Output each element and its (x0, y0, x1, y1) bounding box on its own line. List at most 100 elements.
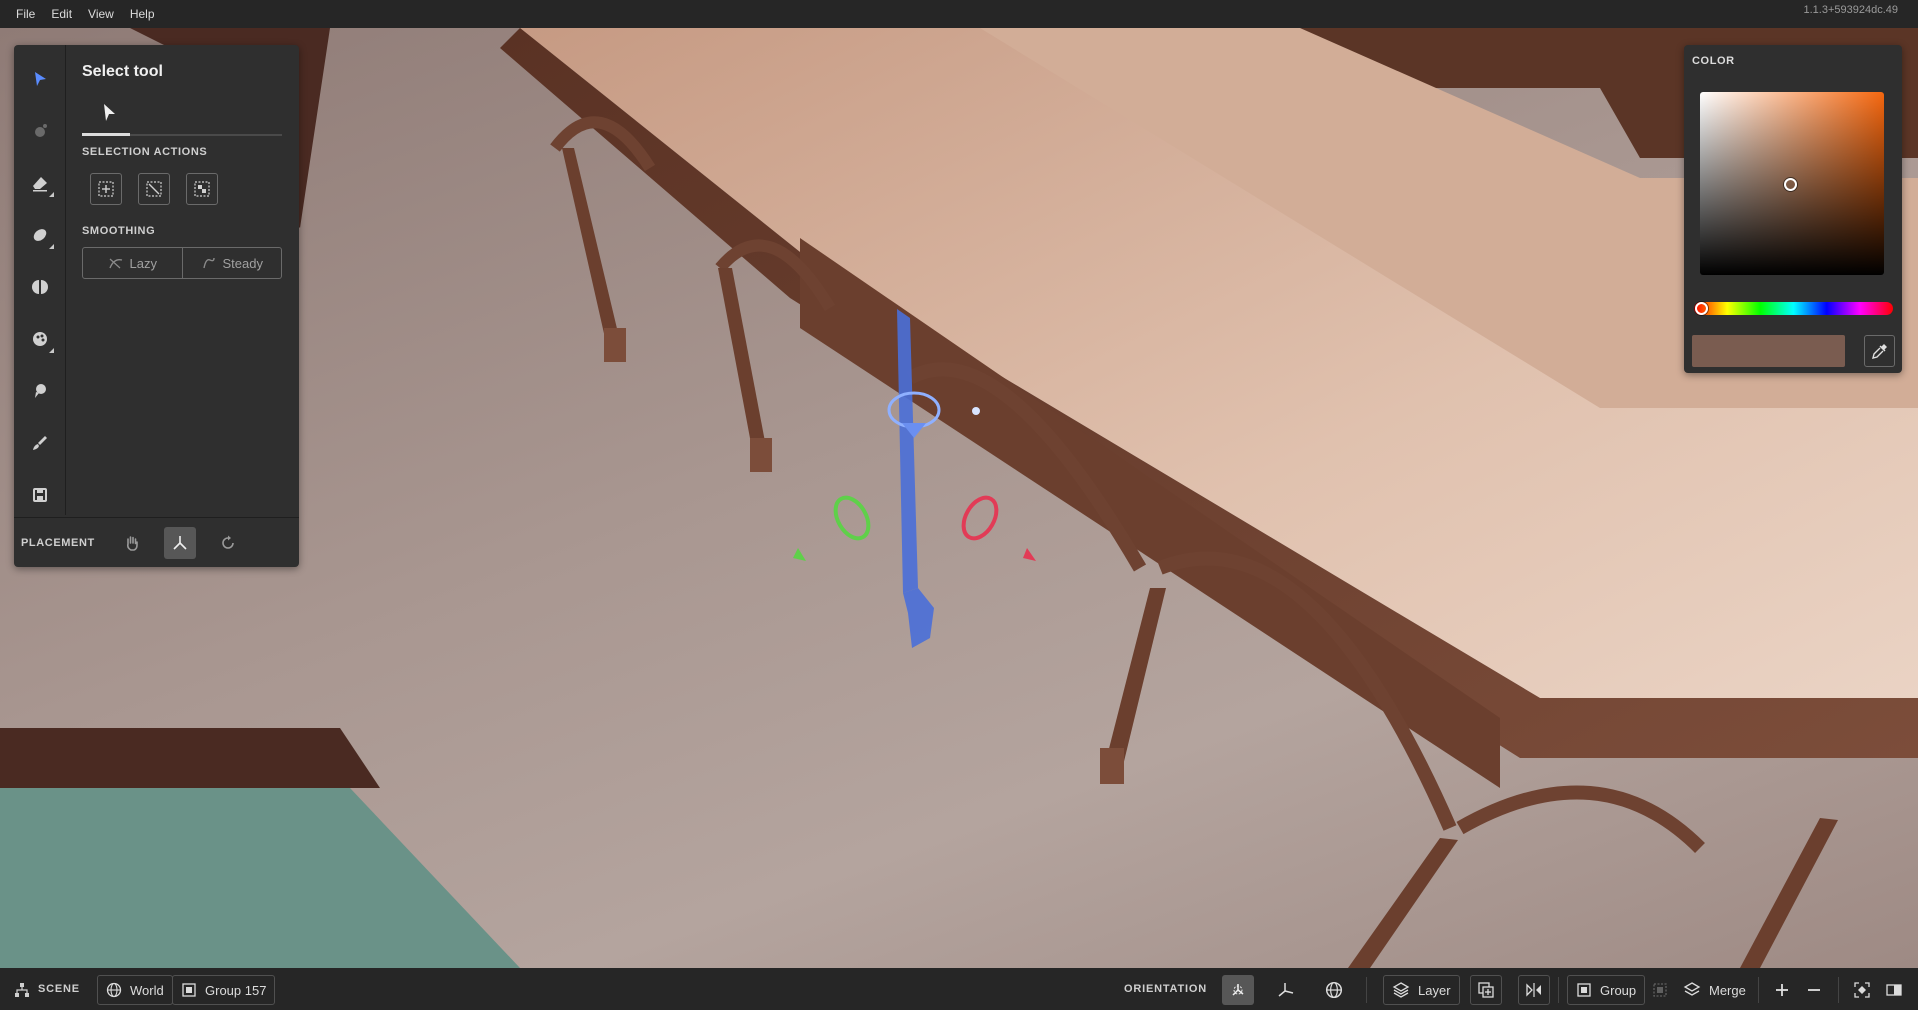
select-all-icon (98, 181, 114, 197)
placement-label: PLACEMENT (21, 536, 95, 549)
save-tool-button[interactable] (24, 479, 56, 511)
tool-rail (14, 45, 66, 515)
placement-rotate-button[interactable] (212, 527, 244, 559)
invert-selection-button[interactable] (186, 173, 218, 205)
group-button[interactable]: Group (1567, 975, 1646, 1005)
group-selector-button[interactable]: Group 157 (172, 975, 276, 1005)
ungroup-icon (1653, 983, 1667, 997)
hue-slider-handle[interactable] (1695, 302, 1708, 315)
arch-5 (1456, 785, 1705, 853)
select-arrow-icon (35, 72, 46, 86)
world-label: World (130, 982, 164, 998)
version-label: 1.1.3+593924dc.49 (1803, 4, 1898, 16)
camera-view-button[interactable] (1846, 975, 1878, 1005)
tab-select[interactable] (100, 102, 120, 124)
mirror-button[interactable] (1518, 975, 1550, 1005)
placement-axis-button[interactable] (164, 526, 196, 559)
duplicate-icon (1478, 982, 1494, 998)
mirror-tool-button[interactable] (24, 271, 56, 303)
smoothing-label: SMOOTHING (82, 225, 156, 237)
eraser-icon (33, 177, 47, 192)
menu-edit[interactable]: Edit (43, 0, 80, 28)
ungroup-button[interactable] (1644, 975, 1676, 1005)
move-tool-button[interactable] (24, 219, 56, 251)
group-icon (1577, 983, 1591, 997)
orientation-local-button[interactable] (1222, 975, 1254, 1005)
placement-row: PLACEMENT (14, 517, 299, 567)
column-base-2 (750, 438, 772, 472)
current-color-swatch[interactable] (1692, 335, 1845, 367)
hand-icon (127, 535, 138, 551)
select-all-button[interactable] (90, 173, 122, 205)
zoom-out-button[interactable] (1798, 975, 1830, 1005)
save-icon (33, 488, 47, 502)
lazy-label: Lazy (129, 255, 157, 271)
placement-hand-button[interactable] (116, 527, 148, 559)
lazy-button[interactable]: Lazy (83, 248, 182, 278)
rotate-icon (222, 535, 234, 549)
menu-bar: File Edit View Help 1.1.3+593924dc.49 (0, 0, 1918, 28)
scene-label[interactable]: SCENE (38, 968, 80, 1010)
menu-file[interactable]: File (8, 0, 43, 28)
floor-shadow (0, 728, 380, 788)
layout-toggle-button[interactable] (1878, 975, 1910, 1005)
mirror-half-icon (32, 280, 48, 294)
orientation-world-button[interactable] (1318, 975, 1350, 1005)
submenu-indicator (49, 348, 54, 353)
menu-help[interactable]: Help (122, 0, 163, 28)
mirror-icon (1526, 983, 1541, 997)
column-5 (1740, 818, 1838, 968)
eyedropper-icon (1871, 344, 1887, 359)
axis-gizmo-icon (173, 535, 187, 550)
bottom-bar: SCENE World Group 157 ORIENTATION Layer … (0, 968, 1918, 1010)
world-button[interactable]: World (97, 975, 173, 1005)
select-tool-button[interactable] (24, 63, 56, 95)
zoom-in-button[interactable] (1766, 975, 1798, 1005)
fill-palette-icon (33, 332, 47, 346)
submenu-indicator (49, 244, 54, 249)
duplicate-button[interactable] (1470, 975, 1502, 1005)
merge-button[interactable]: Merge (1675, 975, 1754, 1005)
steady-label: Steady (222, 255, 263, 271)
group-icon (182, 983, 196, 997)
steady-button[interactable]: Steady (181, 248, 282, 278)
orientation-axis-button[interactable] (1270, 975, 1302, 1005)
color-panel: COLOR (1684, 45, 1902, 373)
menu-view[interactable]: View (80, 0, 122, 28)
hue-slider[interactable] (1694, 302, 1893, 315)
panel-title: Select tool (82, 63, 163, 80)
fill-tool-button[interactable] (24, 323, 56, 355)
invert-selection-icon (194, 181, 210, 197)
smudge-tool-button[interactable] (24, 375, 56, 407)
separator (1758, 977, 1759, 1003)
local-axis-icon (1232, 984, 1244, 996)
group-name-label: Group 157 (205, 982, 267, 998)
deselect-button[interactable] (138, 173, 170, 205)
separator (1838, 977, 1839, 1003)
brush-icon (33, 436, 47, 450)
push-pull-icon (33, 229, 47, 241)
steady-curve-icon (202, 257, 215, 269)
column-base-3 (1100, 748, 1124, 784)
globe-icon (1325, 981, 1343, 999)
smudge-icon (35, 384, 46, 398)
color-panel-title: COLOR (1692, 55, 1735, 67)
layers-icon (1392, 982, 1410, 998)
paint-spray-icon (35, 124, 47, 137)
saturation-value-handle[interactable] (1784, 178, 1797, 191)
paint-tool-button[interactable] (24, 115, 56, 147)
submenu-indicator (49, 192, 54, 197)
frame-object-icon (1854, 982, 1870, 998)
cursor-arrow-icon (104, 104, 115, 121)
tool-panel: Select tool SELECTION ACTIONS SMOOTHING … (14, 45, 299, 567)
erase-tool-button[interactable] (24, 167, 56, 199)
column-4 (1348, 838, 1458, 968)
group-button-label: Group (1600, 982, 1637, 998)
layer-button[interactable]: Layer (1383, 975, 1460, 1005)
scene-tree-icon (15, 983, 29, 997)
teal-floor (0, 788, 520, 968)
orientation-label: ORIENTATION (1124, 983, 1207, 995)
eyedropper-button[interactable] (1864, 335, 1895, 367)
brush-tool-button[interactable] (24, 427, 56, 459)
separator (1366, 977, 1367, 1003)
